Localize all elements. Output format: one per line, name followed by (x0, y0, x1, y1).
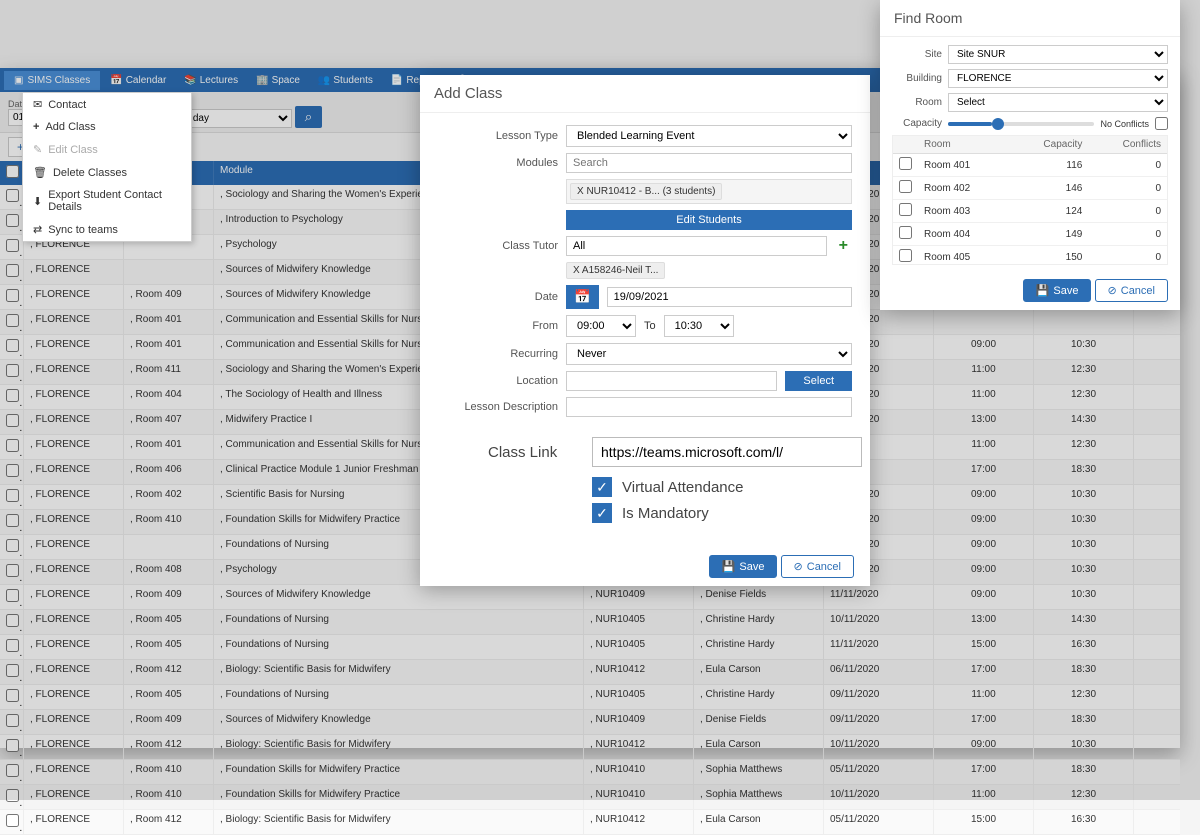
fr-col-room: Room (918, 136, 1009, 154)
lesson-type-label: Lesson Type (438, 130, 558, 142)
modal-save-button[interactable]: 💾 Save (709, 555, 778, 578)
class-link-label: Class Link (488, 444, 578, 461)
recurring-select[interactable]: Never (566, 343, 852, 365)
row-checkbox[interactable] (6, 814, 19, 827)
date-picker-button[interactable]: 📅 (566, 285, 599, 309)
site-select[interactable]: Site SNUR (948, 45, 1168, 64)
table-row[interactable]: , FLORENCE, Room 412 , Biology: Scientif… (0, 810, 1180, 835)
description-input[interactable] (566, 397, 852, 417)
room-row[interactable]: Room 4031240 (893, 200, 1167, 223)
menu-sync[interactable]: ⇄ Sync to teams (23, 218, 191, 241)
findroom-title: Find Room (880, 0, 1180, 37)
edit-students-button[interactable]: Edit Students (566, 210, 852, 230)
tutor-input[interactable] (566, 236, 827, 256)
menu-export[interactable]: ⬇ Export Student Contact Details (23, 184, 191, 218)
capacity-slider[interactable] (948, 122, 1094, 126)
lesson-type-select[interactable]: Blended Learning Event (566, 125, 852, 147)
date-label: Date (438, 291, 558, 303)
location-label: Location (438, 375, 558, 387)
room-row[interactable]: Room 4041490 (893, 223, 1167, 246)
recurring-label: Recurring (438, 348, 558, 360)
virtual-label: Virtual Attendance (622, 479, 743, 496)
from-label: From (438, 320, 558, 332)
add-tutor-button[interactable]: + (835, 237, 852, 255)
from-time-select[interactable]: 09:00 (566, 315, 636, 337)
room-checkbox[interactable] (899, 157, 912, 170)
building-select[interactable]: FLORENCE (948, 69, 1168, 88)
modal-title: Add Class (420, 75, 870, 113)
find-room-panel: Find Room Site Site SNUR Building FLOREN… (880, 0, 1180, 310)
room-checkbox[interactable] (899, 226, 912, 239)
to-label: To (644, 320, 656, 332)
add-class-modal: Add Class Lesson Type Blended Learning E… (420, 75, 870, 586)
mandatory-label: Is Mandatory (622, 505, 709, 522)
menu-delete-classes[interactable]: 🗑 Delete Classes (23, 161, 191, 184)
context-menu: ✉ Contact + Add Class ✎ Edit Class 🗑 Del… (22, 92, 192, 242)
modal-cancel-button[interactable]: ⊘ Cancel (781, 555, 854, 578)
room-row[interactable]: Room 4011160 (893, 154, 1167, 177)
modules-search-input[interactable] (566, 153, 852, 173)
desc-label: Lesson Description (438, 401, 558, 413)
to-time-select[interactable]: 10:30 (664, 315, 734, 337)
room-checkbox[interactable] (899, 180, 912, 193)
site-label: Site (892, 49, 942, 60)
room-checkbox[interactable] (899, 249, 912, 262)
room-select[interactable]: Select (948, 93, 1168, 112)
menu-add-class[interactable]: + Add Class (23, 116, 191, 138)
tutor-label: Class Tutor (438, 240, 558, 252)
modules-label: Modules (438, 157, 558, 169)
findroom-save-button[interactable]: 💾 Save (1023, 279, 1092, 302)
room-label: Room (892, 97, 942, 108)
menu-contact[interactable]: ✉ Contact (23, 93, 191, 116)
select-location-button[interactable]: Select (785, 371, 852, 391)
tutor-token[interactable]: X A158246-Neil T... (566, 262, 665, 279)
location-input[interactable] (566, 371, 777, 391)
capacity-label: Capacity (892, 118, 942, 129)
mandatory-checkbox[interactable]: ✓ (592, 503, 612, 523)
building-label: Building (892, 73, 942, 84)
noconflicts-checkbox[interactable] (1155, 117, 1168, 130)
module-token[interactable]: X NUR10412 - B... (3 students) (570, 183, 722, 200)
fr-col-capacity: Capacity (1009, 136, 1089, 154)
room-row[interactable]: Room 4021460 (893, 177, 1167, 200)
virtual-checkbox[interactable]: ✓ (592, 477, 612, 497)
menu-edit-class: ✎ Edit Class (23, 138, 191, 161)
findroom-cancel-button[interactable]: ⊘ Cancel (1095, 279, 1168, 302)
date-input[interactable] (607, 287, 852, 307)
fr-col-conflicts: Conflicts (1088, 136, 1167, 154)
room-row[interactable]: Room 4051500 (893, 246, 1167, 266)
noconflicts-label: No Conflicts (1100, 119, 1149, 129)
class-link-input[interactable] (592, 437, 862, 467)
room-checkbox[interactable] (899, 203, 912, 216)
